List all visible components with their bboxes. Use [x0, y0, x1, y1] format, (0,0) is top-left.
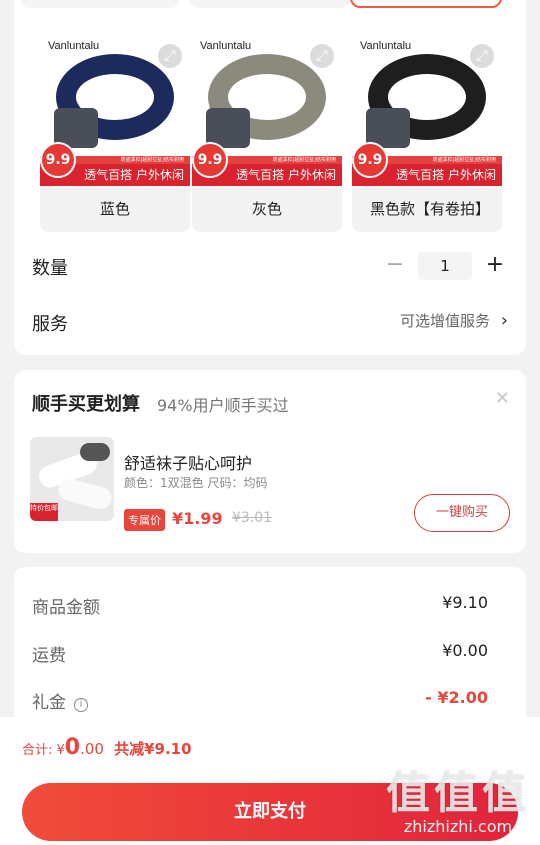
- variant-image: Vanluntalu ⤢ 防盗黑扣|超耐拉扯|结实耐用 透气百搭 户外休闲 9.…: [40, 36, 190, 186]
- gift-label: 礼金: [32, 693, 66, 713]
- expand-icon[interactable]: ⤢: [470, 44, 494, 68]
- plus-icon[interactable]: +: [482, 253, 508, 279]
- brand-label: Vanluntalu: [360, 40, 412, 52]
- expand-icon[interactable]: ⤢: [158, 44, 182, 68]
- product-options-card: Vanluntalu ⤢ 防盗黑扣|超耐拉扯|结实耐用 透气百搭 户外休闲 9.…: [14, 0, 526, 355]
- one-click-buy-button[interactable]: 一键购买: [414, 494, 510, 532]
- quantity-stepper: − 1 +: [382, 252, 508, 280]
- exclusive-price-tag: 专属价: [124, 509, 165, 531]
- watermark-small: zhizhizhi.com: [403, 817, 513, 836]
- variant-black[interactable]: Vanluntalu ⤢ 防盗黑扣|超耐拉扯|结实耐用 透气百搭 户外休闲 9.…: [352, 36, 502, 232]
- bundle-title: 顺手买更划算: [32, 394, 140, 415]
- variant-image: Vanluntalu ⤢ 防盗黑扣|超耐拉扯|结实耐用 透气百搭 户外休闲 9.…: [192, 36, 342, 186]
- bundle-card: 顺手买更划算 94%用户顺手买过 ✕ 特价包邮 舒适袜子贴心呵护 颜色：1双混色…: [14, 370, 526, 553]
- watermark-big: 值值值: [386, 768, 530, 819]
- total-line: 合计: ¥0.00 共减¥9.10: [22, 735, 192, 760]
- quantity-label: 数量: [32, 258, 68, 279]
- close-icon[interactable]: ✕: [495, 388, 510, 409]
- shipping-label: 运费: [32, 646, 66, 666]
- variant-gray[interactable]: Vanluntalu ⤢ 防盗黑扣|超耐拉扯|结实耐用 透气百搭 户外休闲 9.…: [192, 36, 342, 232]
- thumb-tag: 特价包邮: [30, 503, 58, 521]
- brand-label: Vanluntalu: [48, 40, 100, 52]
- checkout-footer: 合计: ¥0.00 共减¥9.10 立即支付 值值值 zhizhizhi.com: [0, 717, 540, 845]
- expand-icon[interactable]: ⤢: [310, 44, 334, 68]
- total-int: 0: [64, 735, 81, 760]
- quantity-input[interactable]: 1: [418, 252, 472, 280]
- prev-option-tab[interactable]: [190, 0, 350, 8]
- gift-value: - ¥2.00: [425, 688, 488, 707]
- item-old-price: ¥3.01: [232, 510, 273, 526]
- sock-thumbnail[interactable]: 特价包邮: [30, 437, 114, 521]
- subtotal-value: ¥9.10: [442, 593, 488, 612]
- service-value: 可选增值服务: [400, 312, 491, 330]
- watermark-logo: 值值值 zhizhizhi.com: [386, 757, 530, 836]
- variant-label: 蓝色: [99, 200, 130, 218]
- variant-image: Vanluntalu ⤢ 防盗黑扣|超耐拉扯|结实耐用 透气百搭 户外休闲 9.…: [352, 36, 502, 186]
- discount-total: 共减¥9.10: [114, 740, 192, 758]
- variant-blue[interactable]: Vanluntalu ⤢ 防盗黑扣|超耐拉扯|结实耐用 透气百搭 户外休闲 9.…: [40, 36, 190, 232]
- service-selector[interactable]: 可选增值服务 ›: [400, 310, 508, 331]
- price-badge: 9.9: [192, 142, 228, 178]
- prev-option-tab-selected[interactable]: [350, 0, 502, 8]
- variant-label: 灰色: [251, 200, 282, 218]
- item-price: ¥1.99: [172, 509, 223, 528]
- minus-icon[interactable]: −: [382, 253, 408, 279]
- price-badge: 9.9: [352, 142, 388, 178]
- chevron-right-icon: ›: [500, 310, 508, 331]
- gift-label-row: 礼金 i: [32, 688, 88, 713]
- info-icon[interactable]: i: [74, 698, 88, 712]
- subtotal-label: 商品金额: [32, 598, 100, 618]
- variant-label: 黑色款【有卷拍】: [370, 200, 491, 218]
- bundle-subtitle: 94%用户顺手买过: [157, 396, 289, 415]
- item-spec: 颜色：1双混色 尺码：均码: [124, 476, 268, 490]
- total-prefix: 合计: ¥: [22, 743, 65, 758]
- brand-label: Vanluntalu: [200, 40, 252, 52]
- item-name: 舒适袜子贴心呵护: [124, 454, 253, 473]
- total-dec: .00: [80, 740, 104, 758]
- price-badge: 9.9: [40, 142, 76, 178]
- prev-option-tab[interactable]: [20, 0, 180, 8]
- shipping-value: ¥0.00: [442, 641, 488, 660]
- service-label: 服务: [32, 314, 68, 335]
